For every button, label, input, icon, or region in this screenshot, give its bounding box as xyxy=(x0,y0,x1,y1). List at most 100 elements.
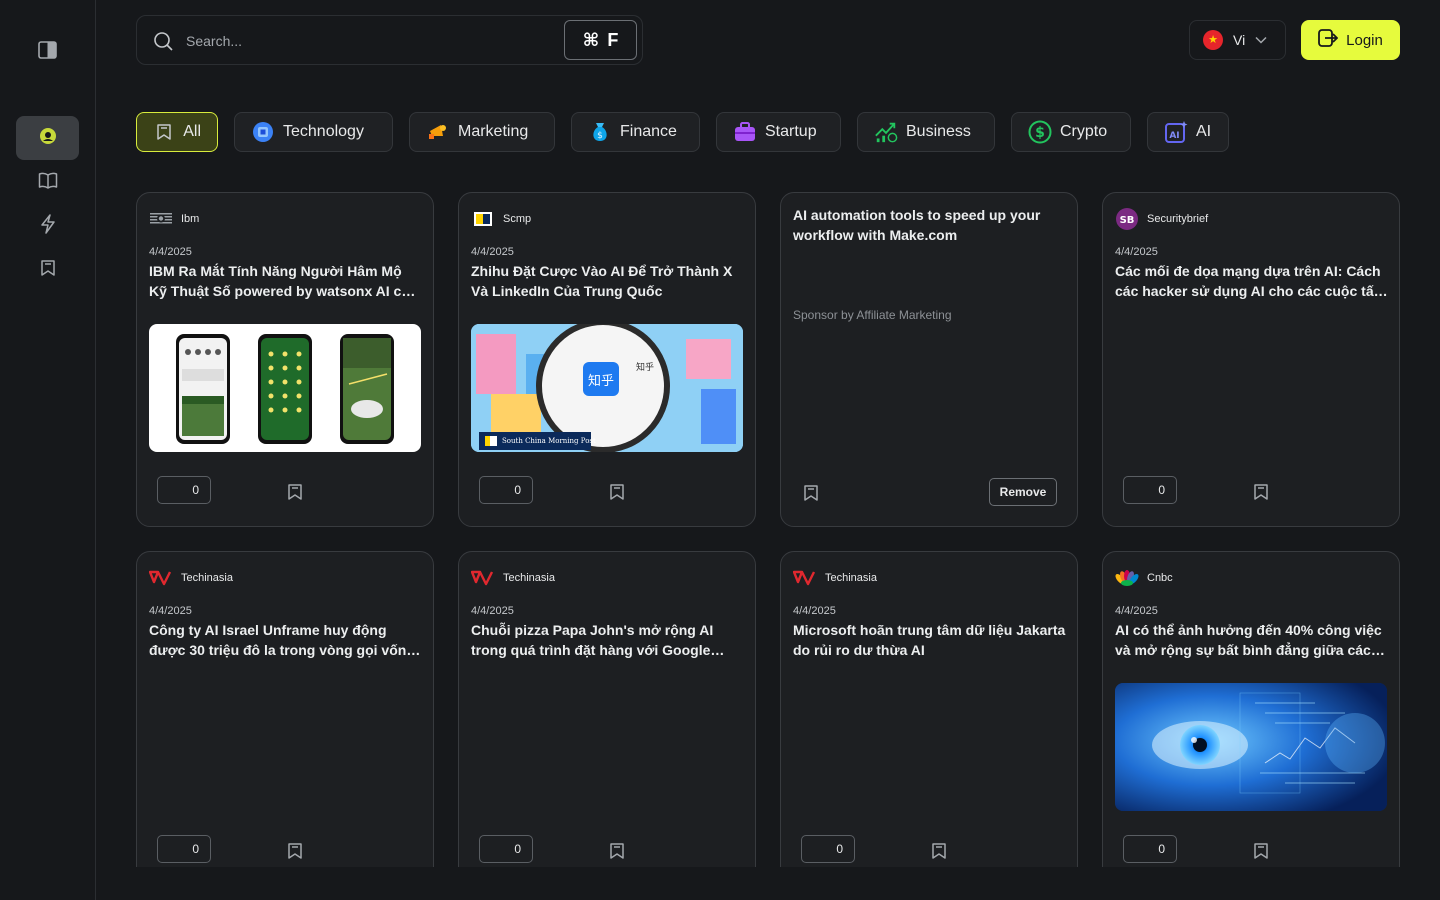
sidebar-item-book[interactable] xyxy=(16,160,79,204)
like-counter[interactable]: 0 xyxy=(801,835,855,863)
bookmark-icon[interactable] xyxy=(803,484,819,507)
like-counter[interactable]: 0 xyxy=(157,835,211,863)
book-icon xyxy=(38,171,58,194)
like-counter[interactable]: 0 xyxy=(157,476,211,504)
shortcut-key: F xyxy=(607,29,619,50)
techinasia-logo-icon xyxy=(471,568,495,588)
category-label: Startup xyxy=(765,123,817,140)
source-name: Cnbc xyxy=(1147,572,1173,584)
sidebar-item-home[interactable] xyxy=(16,116,79,160)
lightning-icon xyxy=(40,213,56,239)
sidebar-item-lightning[interactable] xyxy=(16,204,79,248)
sidebar-item-bookmark[interactable] xyxy=(16,248,79,292)
source-name: Techinasia xyxy=(503,572,555,584)
money-bag-icon: $ xyxy=(588,120,612,144)
category-technology[interactable]: Technology xyxy=(234,112,393,152)
chevron-down-icon xyxy=(1255,31,1267,49)
chip-icon xyxy=(251,120,275,144)
bookmark-icon xyxy=(40,259,56,282)
news-card[interactable]: Scmp 4/4/2025 Zhihu Đặt Cược Vào AI Để T… xyxy=(458,192,756,527)
news-card[interactable]: Techinasia 4/4/2025 Công ty AI Israel Un… xyxy=(136,551,434,881)
like-counter[interactable]: 0 xyxy=(479,476,533,504)
card-thumbnail[interactable]: 知乎 知乎 South China Morning Post xyxy=(471,324,743,452)
language-selector[interactable]: ★ Vi xyxy=(1189,20,1286,60)
card-date: 4/4/2025 xyxy=(149,246,192,258)
news-card[interactable]: Cnbc 4/4/2025 AI có thể ảnh hưởng đến 40… xyxy=(1102,551,1400,881)
svg-text:SB: SB xyxy=(1120,215,1135,226)
scmp-logo-icon xyxy=(471,209,495,229)
search-icon xyxy=(153,31,173,56)
card-title[interactable]: Các mối đe dọa mạng dựa trên AI: Cách cá… xyxy=(1115,261,1389,301)
card-source: Techinasia xyxy=(471,568,555,588)
card-source: Techinasia xyxy=(149,568,233,588)
category-label: Crypto xyxy=(1060,123,1108,140)
sponsored-card[interactable]: AI automation tools to speed up your wor… xyxy=(780,192,1078,527)
category-label: Business xyxy=(906,123,971,140)
category-business[interactable]: Business xyxy=(857,112,995,152)
category-label: Technology xyxy=(283,123,364,140)
card-title[interactable]: Chuỗi pizza Papa John's mở rộng AI trong… xyxy=(471,620,745,660)
image-caption: South China Morning Post xyxy=(502,437,596,445)
card-source: Techinasia xyxy=(793,568,877,588)
card-thumbnail[interactable] xyxy=(149,324,421,452)
bookmark-icon[interactable] xyxy=(1253,842,1269,865)
sidebar xyxy=(0,0,96,900)
login-button[interactable]: Login xyxy=(1301,20,1400,60)
card-title[interactable]: Microsoft hoãn trung tâm dữ liệu Jakarta… xyxy=(793,620,1067,660)
bookmark-icon[interactable] xyxy=(287,483,303,506)
card-date: 4/4/2025 xyxy=(1115,605,1158,617)
card-title[interactable]: IBM Ra Mắt Tính Năng Người Hâm Mộ Kỹ Thu… xyxy=(149,261,423,301)
svg-text:知乎: 知乎 xyxy=(636,361,654,373)
bookmark-icon[interactable] xyxy=(1253,483,1269,506)
search-bar[interactable]: Search... ⌘ F xyxy=(136,15,643,65)
sponsor-title[interactable]: AI automation tools to speed up your wor… xyxy=(793,205,1067,245)
category-label: AI xyxy=(1196,123,1212,140)
category-finance[interactable]: $ Finance xyxy=(571,112,700,152)
source-name: Techinasia xyxy=(181,572,233,584)
card-source: Ibm xyxy=(149,209,199,229)
card-thumbnail[interactable] xyxy=(1115,683,1387,811)
login-icon xyxy=(1318,29,1339,51)
sidebar-toggle-icon[interactable] xyxy=(38,41,57,59)
briefcase-icon xyxy=(733,120,757,144)
category-crypto[interactable]: $ Crypto xyxy=(1011,112,1131,152)
like-counter[interactable]: 0 xyxy=(1123,476,1177,504)
securitybrief-logo-icon: SB xyxy=(1115,208,1139,230)
card-title[interactable]: Zhihu Đặt Cược Vào AI Để Trở Thành X Và … xyxy=(471,261,745,301)
category-marketing[interactable]: Marketing xyxy=(409,112,555,152)
svg-text:$: $ xyxy=(597,131,603,141)
card-date: 4/4/2025 xyxy=(471,246,514,258)
remove-button[interactable]: Remove xyxy=(989,478,1057,506)
sponsor-by: Sponsor by Affiliate Marketing xyxy=(793,308,952,322)
bookmark-icon[interactable] xyxy=(609,842,625,865)
card-title[interactable]: AI có thể ảnh hưởng đến 40% công việc và… xyxy=(1115,620,1389,660)
language-label: Vi xyxy=(1233,32,1246,48)
search-input[interactable]: Search... xyxy=(186,33,242,49)
bookmark-icon[interactable] xyxy=(287,842,303,865)
card-source: SB Securitybrief xyxy=(1115,208,1208,230)
news-card[interactable]: Ibm 4/4/2025 IBM Ra Mắt Tính Năng Người … xyxy=(136,192,434,527)
login-label: Login xyxy=(1346,31,1383,49)
news-card[interactable]: Techinasia 4/4/2025 Chuỗi pizza Papa Joh… xyxy=(458,551,756,881)
card-date: 4/4/2025 xyxy=(793,605,836,617)
vietnam-flag-icon: ★ xyxy=(1203,30,1223,50)
news-card[interactable]: SB Securitybrief 4/4/2025 Các mối đe dọa… xyxy=(1102,192,1400,527)
category-startup[interactable]: Startup xyxy=(716,112,841,152)
home-icon xyxy=(39,127,57,150)
techinasia-logo-icon xyxy=(793,568,817,588)
card-title[interactable]: Công ty AI Israel Unframe huy động được … xyxy=(149,620,423,660)
growth-chart-icon xyxy=(874,120,898,144)
search-shortcut[interactable]: ⌘ F xyxy=(564,20,637,60)
megaphone-icon xyxy=(426,120,450,144)
card-date: 4/4/2025 xyxy=(471,605,514,617)
category-all[interactable]: All xyxy=(136,112,218,152)
category-ai[interactable]: AI AI xyxy=(1147,112,1229,152)
like-counter[interactable]: 0 xyxy=(1123,835,1177,863)
source-name: Ibm xyxy=(181,213,200,225)
news-card[interactable]: Techinasia 4/4/2025 Microsoft hoãn trung… xyxy=(780,551,1078,881)
bookmark-icon xyxy=(153,120,175,144)
card-source: Cnbc xyxy=(1115,568,1173,588)
like-counter[interactable]: 0 xyxy=(479,835,533,863)
bookmark-icon[interactable] xyxy=(609,483,625,506)
bookmark-icon[interactable] xyxy=(931,842,947,865)
